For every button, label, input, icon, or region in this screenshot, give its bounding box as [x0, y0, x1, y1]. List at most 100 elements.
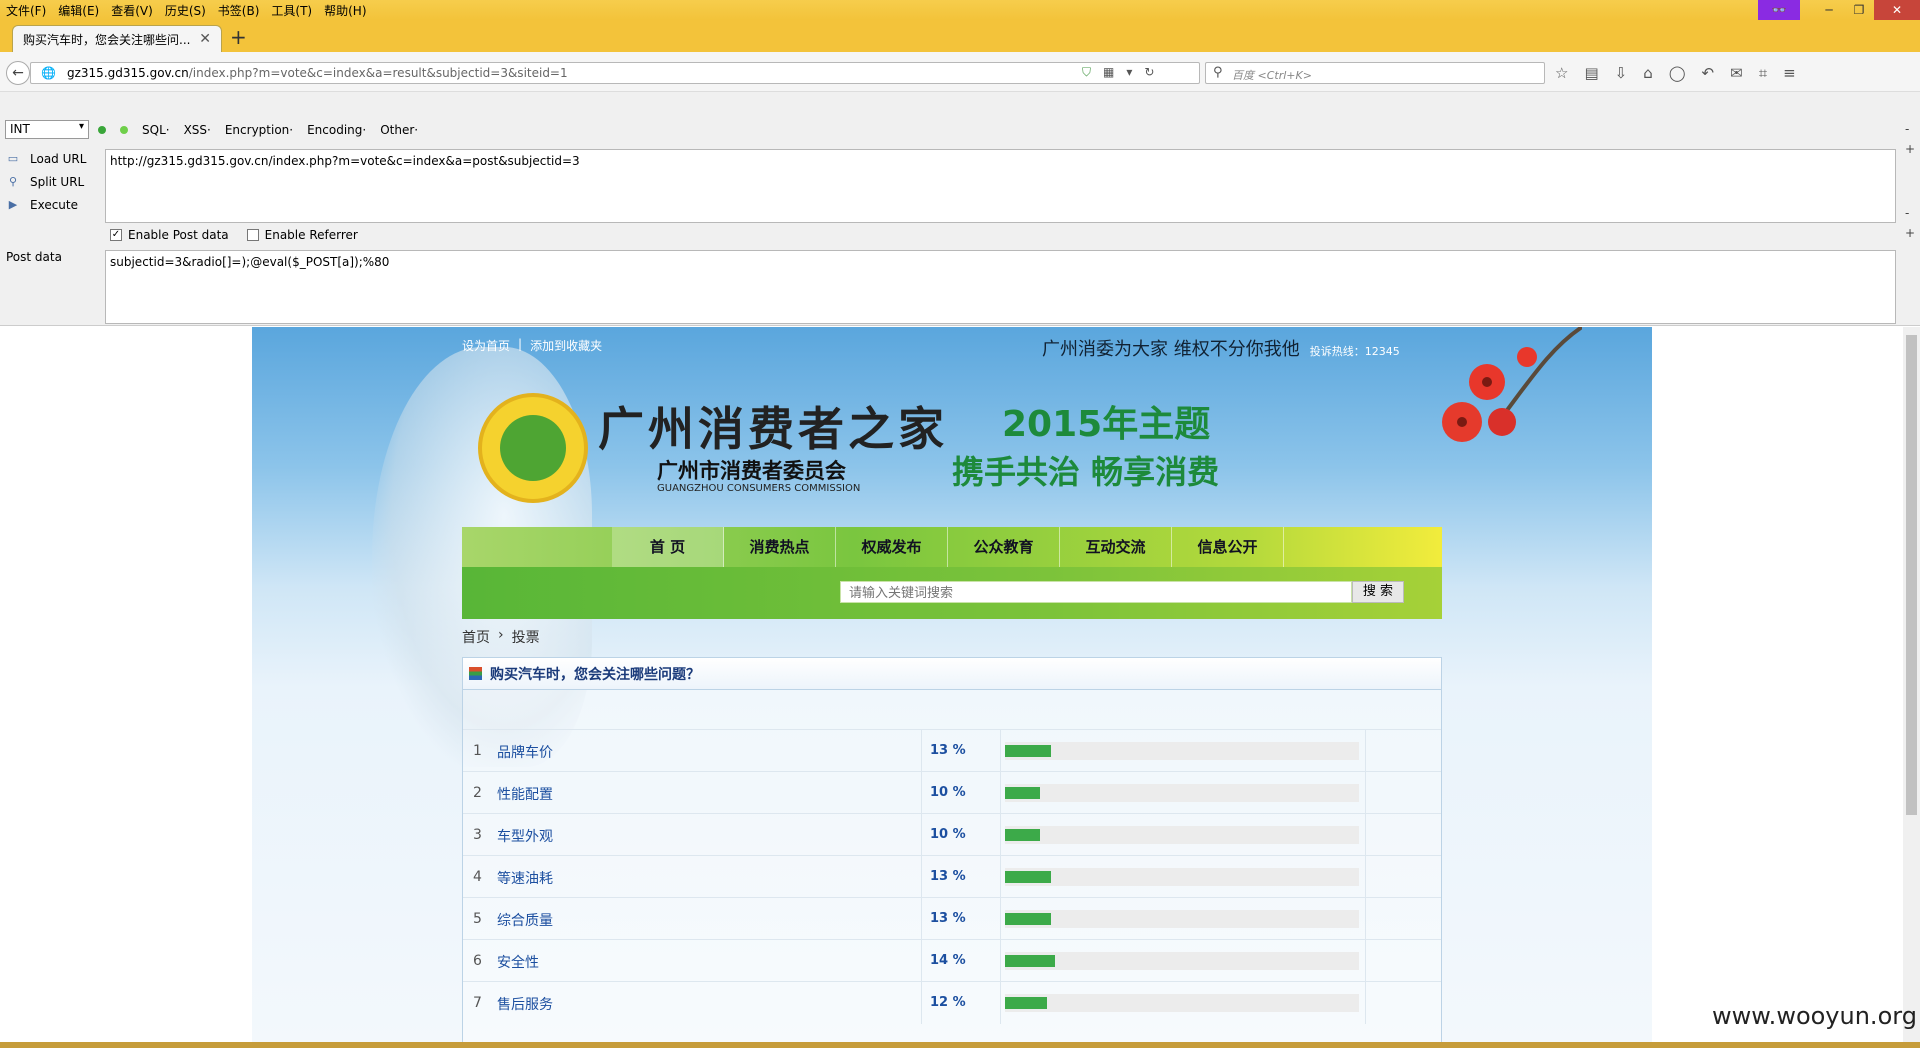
qr-code-icon[interactable]: ▦	[1103, 65, 1114, 80]
bookmark-star-icon[interactable]: ☆	[1555, 64, 1568, 82]
add-favorite-link[interactable]: 添加到收藏夹	[530, 337, 602, 354]
execute-button[interactable]: ▶ Execute	[6, 196, 86, 213]
undo-icon[interactable]: ↶	[1702, 64, 1715, 82]
menu-xss[interactable]: XSS·	[184, 123, 211, 137]
tab-close-icon[interactable]: ✕	[199, 31, 211, 47]
green-dot-icon[interactable]	[120, 126, 128, 134]
menu-icon[interactable]: ≡	[1783, 64, 1796, 82]
breadcrumb-home[interactable]: 首页	[462, 627, 490, 647]
green-dot-icon[interactable]	[98, 126, 106, 134]
vote-percent: 10 %	[930, 827, 966, 842]
vote-row-number: 4	[473, 869, 482, 885]
post-data-field[interactable]: subjectid=3&radio[]=);@eval($_POST[a]);%…	[105, 250, 1896, 324]
page-scrollbar[interactable]	[1903, 327, 1920, 1042]
menu-view[interactable]: 查看(V)	[111, 2, 153, 19]
vote-option-link[interactable]: 安全性	[497, 952, 539, 972]
nav-education[interactable]: 公众教育	[948, 527, 1060, 567]
nav-interaction[interactable]: 互动交流	[1060, 527, 1172, 567]
menu-file[interactable]: 文件(F)	[6, 2, 46, 19]
column-divider	[1000, 772, 1001, 814]
menu-bookmarks[interactable]: 书签(B)	[218, 2, 260, 19]
vote-row-number: 5	[473, 911, 482, 927]
search-bar[interactable]: ⚲ 百度 <Ctrl+K>	[1205, 62, 1545, 84]
vote-option-link[interactable]: 售后服务	[497, 994, 553, 1014]
vote-row: 1 品牌车价 13 %	[463, 729, 1441, 772]
theme-subtitle: 携手共治 畅享消费	[952, 453, 1220, 491]
chat-icon[interactable]: ◯	[1669, 64, 1686, 82]
menu-sql[interactable]: SQL·	[142, 123, 170, 137]
hackbar-menus: SQL· XSS· Encryption· Encoding· Other·	[98, 123, 418, 137]
column-divider	[921, 982, 922, 1024]
vote-option-link[interactable]: 等速油耗	[497, 868, 553, 888]
column-divider	[921, 940, 922, 982]
site-search-button[interactable]: 搜 索	[1352, 581, 1404, 603]
chevron-down-icon: ▾	[78, 121, 84, 132]
vote-bar-track	[1005, 994, 1359, 1012]
column-divider	[921, 814, 922, 856]
new-tab-button[interactable]: +	[230, 27, 247, 47]
menu-tools[interactable]: 工具(T)	[271, 2, 312, 19]
menu-history[interactable]: 历史(S)	[165, 2, 206, 19]
checkbox-unchecked-icon	[246, 229, 259, 241]
collapse-icon[interactable]: -	[1905, 206, 1909, 220]
enable-post-checkbox[interactable]: ✓ Enable Post data	[110, 228, 229, 242]
tab-active[interactable]: 购买汽车时，您会关注哪些问... ✕	[12, 25, 222, 52]
vote-bar-fill	[1005, 787, 1041, 799]
url-bar[interactable]: 🌐 gz315.gd315.gov.cn/index.php?m=vote&c=…	[30, 62, 1200, 84]
scroll-thumb[interactable]	[1906, 335, 1917, 815]
column-divider	[921, 856, 922, 898]
theme-year: 2015年主题	[1002, 404, 1211, 445]
menu-encryption[interactable]: Encryption·	[225, 123, 293, 137]
back-button[interactable]: ←	[6, 61, 30, 85]
site-search-input[interactable]	[840, 581, 1352, 603]
menu-other[interactable]: Other·	[380, 123, 418, 137]
nav-info-disclosure[interactable]: 信息公开	[1172, 527, 1284, 567]
site-background: 设为首页 | 添加到收藏夹 广州消委为大家 维权不分你我他 投诉热线：12345…	[252, 327, 1652, 1042]
url-host: gz315.gd315.gov.cn	[67, 66, 189, 80]
vote-option-link[interactable]: 综合质量	[497, 910, 553, 930]
restore-button[interactable]: ❐	[1844, 0, 1874, 20]
column-divider	[1365, 982, 1366, 1024]
split-url-button[interactable]: ⚲ Split URL	[6, 173, 86, 190]
load-icon: ▭	[7, 151, 19, 165]
nav-home[interactable]: 首 页	[612, 527, 724, 567]
expand-icon[interactable]: +	[1905, 226, 1915, 240]
shield-icon[interactable]: ⛉	[1082, 65, 1091, 80]
close-window-button[interactable]: ✕	[1874, 0, 1920, 20]
reading-list-icon[interactable]: ▤	[1584, 64, 1598, 82]
downloads-icon[interactable]: ⇩	[1615, 64, 1628, 82]
breadcrumb-current: 投票	[511, 630, 540, 646]
collapse-icon[interactable]: -	[1905, 122, 1909, 136]
column-divider	[1000, 730, 1001, 772]
commission-logo-icon	[478, 393, 588, 503]
vote-percent: 12 %	[930, 995, 966, 1010]
vote-percent: 13 %	[930, 869, 966, 884]
nav-hot-topics[interactable]: 消费热点	[724, 527, 836, 567]
hackbar-url-field[interactable]: http://gz315.gd315.gov.cn/index.php?m=vo…	[105, 149, 1896, 223]
set-home-link[interactable]: 设为首页	[462, 337, 510, 354]
column-divider	[1365, 730, 1366, 772]
comment-icon[interactable]: ✉	[1730, 64, 1743, 82]
checkbox-checked-icon: ✓	[110, 229, 122, 241]
expand-icon[interactable]: +	[1905, 142, 1915, 156]
enable-referrer-checkbox[interactable]: Enable Referrer	[246, 228, 358, 242]
split-icon: ⚲	[8, 174, 18, 188]
minimize-button[interactable]: ─	[1814, 0, 1844, 20]
menu-help[interactable]: 帮助(H)	[324, 2, 366, 19]
load-url-button[interactable]: ▭ Load URL	[6, 150, 87, 167]
search-placeholder: 百度 <Ctrl+K>	[1232, 69, 1312, 82]
type-select[interactable]: INT ▾	[5, 120, 89, 139]
vote-option-link[interactable]: 品牌车价	[497, 742, 553, 762]
vote-option-link[interactable]: 车型外观	[497, 826, 553, 846]
menu-encoding[interactable]: Encoding·	[307, 123, 366, 137]
reload-icon[interactable]: ↻	[1144, 65, 1154, 80]
crop-icon[interactable]: ⌗	[1759, 64, 1767, 82]
private-mask-icon: 👓	[1758, 0, 1800, 20]
home-icon[interactable]: ⌂	[1643, 64, 1653, 82]
menu-edit[interactable]: 编辑(E)	[58, 2, 99, 19]
search-icon: ⚲	[1213, 65, 1223, 80]
vote-option-link[interactable]: 性能配置	[497, 784, 553, 804]
dropdown-icon[interactable]: ▾	[1126, 65, 1132, 80]
column-divider	[921, 730, 922, 772]
nav-releases[interactable]: 权威发布	[836, 527, 948, 567]
